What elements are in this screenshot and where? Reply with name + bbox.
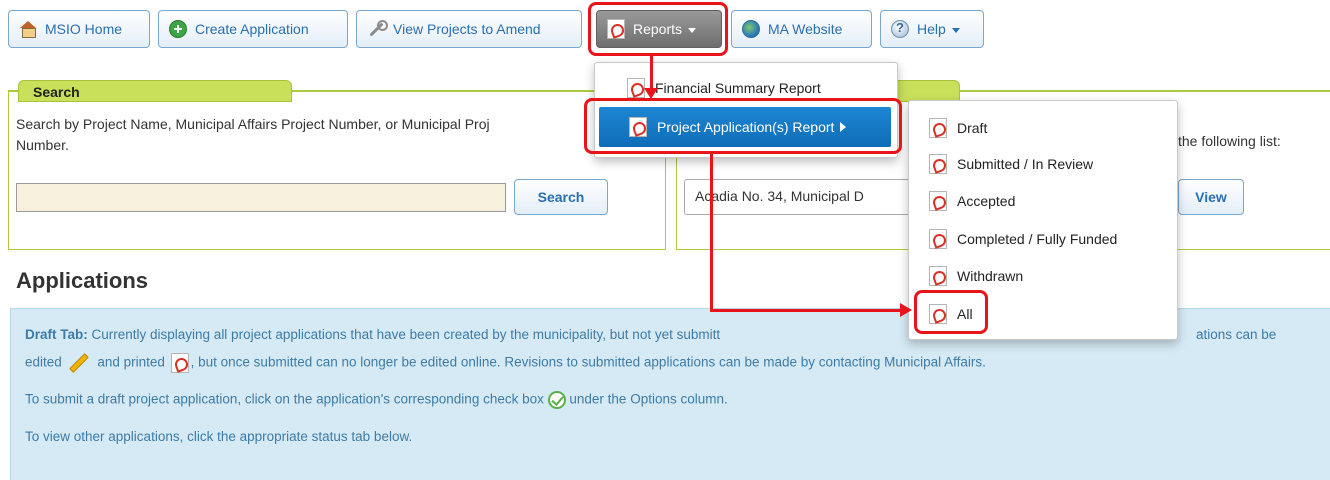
help-label: Help bbox=[917, 21, 946, 37]
submenu-item-label: Accepted bbox=[957, 193, 1016, 209]
submenu-item-label: Draft bbox=[957, 120, 988, 136]
submenu-item-submitted[interactable]: Submitted / In Review bbox=[909, 149, 1177, 179]
msio-home-button[interactable]: MSIO Home bbox=[8, 10, 150, 48]
arrow-line-vertical-2 bbox=[710, 154, 713, 312]
arrow-head-down bbox=[644, 88, 658, 99]
search-button[interactable]: Search bbox=[514, 179, 608, 215]
applications-heading: Applications bbox=[16, 268, 149, 293]
globe-icon bbox=[742, 20, 760, 38]
submenu-item-draft[interactable]: Draft bbox=[909, 113, 1177, 143]
info-line-1-text: Currently displaying all project applica… bbox=[87, 327, 721, 342]
help-icon bbox=[891, 20, 909, 38]
info-line-3-text: To submit a draft project application, c… bbox=[25, 391, 544, 407]
all-item-highlight-box bbox=[914, 290, 988, 334]
home-icon bbox=[19, 20, 37, 38]
submenu-item-withdrawn[interactable]: Withdrawn bbox=[909, 261, 1177, 291]
arrow-line-horizontal bbox=[710, 309, 902, 312]
info-line-1-tail: ations can be bbox=[1196, 327, 1277, 342]
search-description: Search by Project Name, Municipal Affair… bbox=[16, 114, 656, 156]
search-title-text: Search bbox=[33, 84, 80, 100]
ma-website-button[interactable]: MA Website bbox=[731, 10, 872, 48]
view-button-label: View bbox=[1195, 189, 1227, 205]
pdf-icon bbox=[929, 229, 947, 249]
help-dropdown-button[interactable]: Help bbox=[880, 10, 984, 48]
info-line-2-text: , but once submitted can no longer be ed… bbox=[190, 354, 986, 370]
search-input[interactable] bbox=[16, 183, 506, 212]
submenu-item-label: Completed / Fully Funded bbox=[957, 231, 1118, 247]
info-printed-text: and printed bbox=[93, 354, 165, 370]
submenu-item-accepted[interactable]: Accepted bbox=[909, 186, 1177, 216]
pencil-icon bbox=[68, 353, 89, 373]
plus-circle-icon bbox=[169, 20, 187, 38]
financial-summary-report-label: Financial Summary Report bbox=[655, 80, 821, 96]
info-line-1: Draft Tab: Currently displaying all proj… bbox=[25, 327, 720, 342]
municipality-description-tail: the following list: bbox=[1178, 133, 1281, 149]
submenu-item-completed[interactable]: Completed / Fully Funded bbox=[909, 224, 1177, 254]
project-application-highlight-box bbox=[584, 98, 902, 154]
pdf-icon bbox=[627, 78, 645, 98]
caret-down-icon bbox=[951, 27, 960, 33]
info-line-2: edited and printed , but once submitted … bbox=[25, 353, 986, 373]
wrench-icon bbox=[367, 20, 388, 38]
pdf-icon bbox=[929, 154, 947, 174]
create-application-button[interactable]: Create Application bbox=[158, 10, 348, 48]
pdf-icon bbox=[929, 266, 947, 286]
view-projects-label: View Projects to Amend bbox=[393, 21, 541, 37]
search-description-line2: Number. bbox=[16, 137, 69, 153]
search-button-label: Search bbox=[537, 189, 585, 205]
info-line-4: To view other applications, click the ap… bbox=[25, 429, 413, 444]
submenu-item-label: Withdrawn bbox=[957, 268, 1024, 284]
pdf-icon bbox=[929, 191, 947, 211]
municipality-selected-value: Acadia No. 34, Municipal D bbox=[695, 188, 864, 204]
arrow-head-right bbox=[900, 303, 912, 317]
municipality-select[interactable]: Acadia No. 34, Municipal D bbox=[684, 179, 910, 215]
arrow-line-vertical-1 bbox=[650, 56, 653, 90]
ma-website-label: MA Website bbox=[768, 21, 843, 37]
pdf-icon bbox=[929, 118, 947, 138]
create-application-label: Create Application bbox=[195, 21, 309, 37]
check-circle-icon bbox=[547, 391, 566, 409]
view-button[interactable]: View bbox=[1178, 179, 1244, 215]
msio-home-label: MSIO Home bbox=[45, 21, 123, 37]
submenu-item-label: Submitted / In Review bbox=[957, 156, 1094, 172]
view-projects-to-amend-button[interactable]: View Projects to Amend bbox=[356, 10, 582, 48]
info-edited-text: edited bbox=[25, 354, 62, 370]
search-description-line1: Search by Project Name, Municipal Affair… bbox=[16, 116, 490, 132]
info-line-3: To submit a draft project application, c… bbox=[25, 391, 728, 409]
reports-highlight-box bbox=[588, 2, 728, 56]
draft-tab-label: Draft Tab: bbox=[25, 327, 88, 342]
search-panel-title: Search bbox=[18, 80, 292, 102]
pdf-icon bbox=[170, 353, 189, 373]
info-line-3-tail: under the Options column. bbox=[565, 391, 728, 407]
